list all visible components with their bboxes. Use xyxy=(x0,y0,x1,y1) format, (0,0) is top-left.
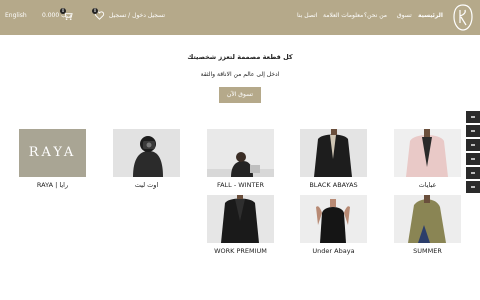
category-label[interactable]: RAYA | رايا xyxy=(19,181,86,189)
nav-brand-info[interactable]: معلومات العلامة xyxy=(323,12,363,19)
category-image[interactable] xyxy=(300,195,367,243)
photo-fall-winter xyxy=(207,129,274,177)
photo-black-abayas xyxy=(300,129,367,177)
category-label[interactable]: اوت ليت xyxy=(113,181,180,189)
cart-count-badge: 0 xyxy=(60,8,66,14)
category-label[interactable]: WORK PREMIUM xyxy=(207,247,274,255)
hero-title: كل قطعة مصممة لتعزز شخصيتك xyxy=(187,53,293,61)
nav-about[interactable]: من نحن؟ xyxy=(364,12,387,19)
category-card-summer[interactable]: SUMMER xyxy=(394,195,461,255)
category-image[interactable] xyxy=(394,195,461,243)
nav-contact[interactable]: اتصل بنا xyxy=(297,12,317,19)
category-card-under-abaya[interactable]: Under Abaya xyxy=(300,195,367,255)
side-tab[interactable] xyxy=(466,125,480,137)
side-tab[interactable] xyxy=(466,111,480,123)
category-card-black-abayas[interactable]: BLACK ABAYAS xyxy=(300,129,367,189)
photo-under-abaya xyxy=(300,195,367,243)
category-image[interactable] xyxy=(300,129,367,177)
login-register-link[interactable]: تسجيل دخول / تسجيل xyxy=(109,12,165,19)
raya-logo-text: RAYA xyxy=(28,145,77,160)
category-card-raya[interactable]: RAYA RAYA | رايا xyxy=(19,129,86,189)
category-image[interactable] xyxy=(394,129,461,177)
side-tab[interactable] xyxy=(466,181,480,193)
nav-home[interactable]: الرئيسية xyxy=(418,12,443,19)
brand-logo[interactable] xyxy=(452,3,474,32)
category-image[interactable]: RAYA xyxy=(19,129,86,177)
side-tab[interactable] xyxy=(466,167,480,179)
side-tab[interactable] xyxy=(466,139,480,151)
category-label[interactable]: BLACK ABAYAS xyxy=(300,181,367,189)
photo-abayas xyxy=(394,129,461,177)
category-card-abayas[interactable]: عبايات xyxy=(394,129,461,189)
side-tab[interactable] xyxy=(466,153,480,165)
category-label[interactable]: Under Abaya xyxy=(300,247,367,255)
photo-summer xyxy=(394,195,461,243)
category-image[interactable] xyxy=(207,195,274,243)
category-card-fall-winter[interactable]: FALL - WINTER xyxy=(207,129,274,189)
wishlist-count-badge: 0 xyxy=(92,8,98,14)
category-image[interactable] xyxy=(113,129,180,177)
photo-outlet xyxy=(113,129,180,177)
category-label[interactable]: SUMMER xyxy=(394,247,461,255)
hero-subtitle: ادخل إلى عالم من الاناقة والثقة xyxy=(200,71,280,78)
category-card-work-premium[interactable]: WORK PREMIUM xyxy=(207,195,274,255)
category-label[interactable]: عبايات xyxy=(394,181,461,189)
category-image[interactable] xyxy=(207,129,274,177)
category-label[interactable]: FALL - WINTER xyxy=(207,181,274,189)
nav-shop[interactable]: تسوق xyxy=(397,12,412,19)
top-header: English 0.000 د.ب 0 0 تسجيل دخول / تسجيل… xyxy=(0,0,480,35)
photo-work-premium xyxy=(207,195,274,243)
language-switch[interactable]: English xyxy=(5,12,27,19)
category-card-outlet[interactable]: اوت ليت xyxy=(113,129,180,189)
shop-now-button[interactable]: تسوق الآن xyxy=(219,87,261,103)
side-tabs xyxy=(466,111,480,195)
